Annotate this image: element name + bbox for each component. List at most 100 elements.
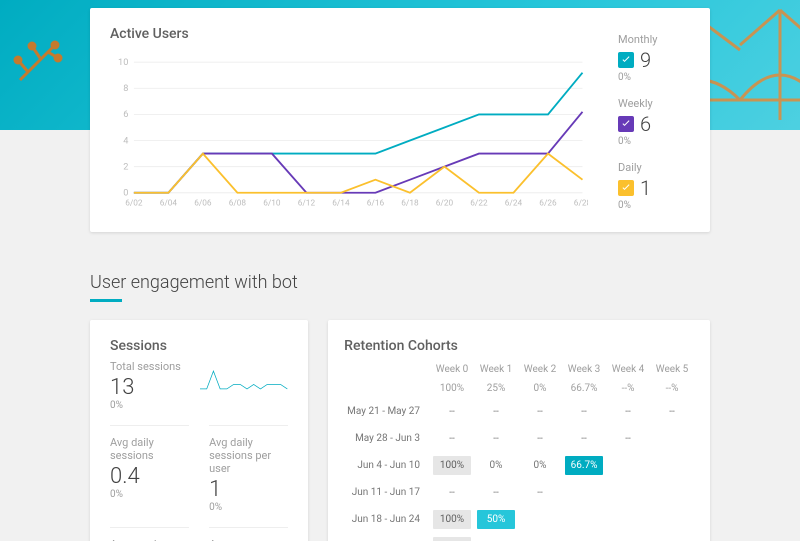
svg-text:2: 2 [123,161,128,172]
retention-card: Retention Cohorts Week 0Week 1Week 2Week… [328,320,710,541]
legend-value: 9 [640,48,651,72]
svg-text:4: 4 [123,135,128,146]
svg-text:6/10: 6/10 [263,199,281,209]
metric-label: Avg daily sessions [110,436,189,462]
retention-col-pct: 0% [518,379,562,398]
retention-col-pct: 25% [474,379,518,398]
svg-text:6/02: 6/02 [125,199,143,209]
retention-cell: -- [521,429,559,448]
retention-row-label: May 28 - Jun 3 [344,425,430,452]
legend-item: Daily 10% [618,161,690,211]
legend-pct: 0% [618,200,690,211]
svg-text:6/18: 6/18 [401,199,419,209]
retention-row: Jun 18 - Jun 24100% 50% [344,506,694,533]
retention-cell: 100% [433,537,471,541]
retention-cell: 0% [521,456,559,475]
retention-row: May 28 - Jun 3---------- [344,425,694,452]
svg-text:6/14: 6/14 [332,199,350,209]
retention-col-pct: --% [606,379,650,398]
retention-row: Jun 4 - Jun 10100% 0% 0% 66.7% [344,452,694,479]
retention-row-label: Jun 11 - Jun 17 [344,479,430,506]
metric-pct: 0% [110,489,189,500]
retention-row: May 21 - May 27------------ [344,398,694,425]
legend-label: Monthly [618,33,690,46]
legend-checkbox[interactable] [618,116,634,132]
metric-label: Total sessions [110,360,181,373]
retention-cell: -- [609,429,647,448]
legend-checkbox[interactable] [618,180,634,196]
retention-row: Jun 25 - Jul 1100% [344,533,694,541]
svg-text:6/22: 6/22 [470,199,488,209]
retention-cell: -- [609,402,647,421]
retention-cell: -- [653,402,691,421]
svg-text:6/24: 6/24 [505,199,523,209]
session-metric: Avg session time per user2m 3s0% [110,527,189,541]
retention-col-label: Week 0 [430,360,474,379]
svg-text:6: 6 [123,109,128,120]
metric-value: 0.4 [110,464,189,489]
active-users-card: Active Users 0246810 6/026/046/066/086/1… [90,8,710,232]
retention-cell: 50% [477,510,515,529]
retention-cell: -- [477,402,515,421]
retention-col-pct: 66.7% [562,379,606,398]
legend-label: Daily [618,161,690,174]
retention-row-label: Jun 25 - Jul 1 [344,533,430,541]
metric-pct: 0% [110,400,181,411]
retention-row-label: Jun 4 - Jun 10 [344,452,430,479]
retention-cell: 100% [433,456,471,475]
retention-row-label: Jun 18 - Jun 24 [344,506,430,533]
retention-row-label: May 21 - May 27 [344,398,430,425]
retention-table: Week 0Week 1Week 2Week 3Week 4Week 5100%… [344,360,694,541]
svg-text:6/06: 6/06 [194,199,212,209]
sessions-sparkline [199,360,288,400]
retention-col-label: Week 5 [650,360,694,379]
svg-text:6/20: 6/20 [436,199,454,209]
total-sessions-metric: Total sessions 13 0% [110,360,181,411]
retention-cell: -- [521,402,559,421]
legend-checkbox[interactable] [618,52,634,68]
retention-cell: -- [433,429,471,448]
retention-col-label: Week 3 [562,360,606,379]
svg-text:6/08: 6/08 [229,199,247,209]
card-title: Retention Cohorts [344,338,694,354]
retention-col-label: Week 4 [606,360,650,379]
legend-item: Monthly90% [618,33,690,83]
heading-underline [90,299,122,302]
legend-label: Weekly [618,97,690,110]
svg-text:6/04: 6/04 [160,199,178,209]
metric-pct: 0% [209,502,288,513]
retention-cell: -- [433,483,471,502]
metric-value: 1 [209,477,288,502]
svg-text:6/16: 6/16 [367,199,385,209]
section-heading: User engagement with bot [90,272,710,293]
retention-col-label: Week 2 [518,360,562,379]
retention-cell: -- [565,429,603,448]
svg-text:6/12: 6/12 [298,199,316,209]
svg-text:6/26: 6/26 [539,199,557,209]
session-metric: Avg user msgs per session3.80% [209,527,288,541]
retention-cell: 100% [433,510,471,529]
retention-col-pct: 100% [430,379,474,398]
active-users-chart[interactable]: 0246810 6/026/046/066/086/106/126/146/16… [110,48,588,218]
retention-cell: -- [477,429,515,448]
legend-pct: 0% [618,136,690,147]
sessions-card: Sessions Total sessions 13 0% Avg daily … [90,320,308,541]
card-title: Active Users [110,26,588,42]
retention-cell: -- [565,402,603,421]
legend-value: 1 [640,176,651,200]
metric-value: 13 [110,375,181,400]
session-metric: Avg daily sessions per user10% [209,425,288,513]
card-title: Sessions [110,338,288,354]
svg-text:6/28: 6/28 [574,199,588,209]
svg-text:8: 8 [123,83,128,94]
retention-cell: -- [477,483,515,502]
legend-item: Weekly 60% [618,97,690,147]
retention-cell: 0% [477,456,515,475]
retention-cell: 66.7% [565,456,603,475]
retention-row: Jun 11 - Jun 17------ [344,479,694,506]
retention-cell: -- [433,402,471,421]
session-metric: Avg daily sessions0.40% [110,425,189,513]
metric-label: Avg daily sessions per user [209,436,288,475]
legend-value: 6 [640,112,651,136]
retention-col-pct: --% [650,379,694,398]
